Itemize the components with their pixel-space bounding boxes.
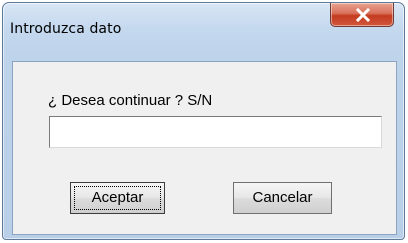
prompt-label: ¿ Desea continuar ? S/N bbox=[48, 92, 213, 109]
close-button[interactable] bbox=[330, 3, 394, 27]
accept-button[interactable]: Aceptar bbox=[70, 182, 165, 214]
dialog-client-area: ¿ Desea continuar ? S/N Aceptar Cancelar bbox=[12, 61, 397, 235]
cancel-button[interactable]: Cancelar bbox=[233, 182, 332, 214]
window-title: Introduzca dato bbox=[10, 21, 122, 37]
data-input-field[interactable] bbox=[49, 116, 382, 148]
dialog-window: Introduzca dato ¿ Desea continuar ? S/N … bbox=[2, 2, 405, 240]
close-icon bbox=[355, 8, 371, 22]
